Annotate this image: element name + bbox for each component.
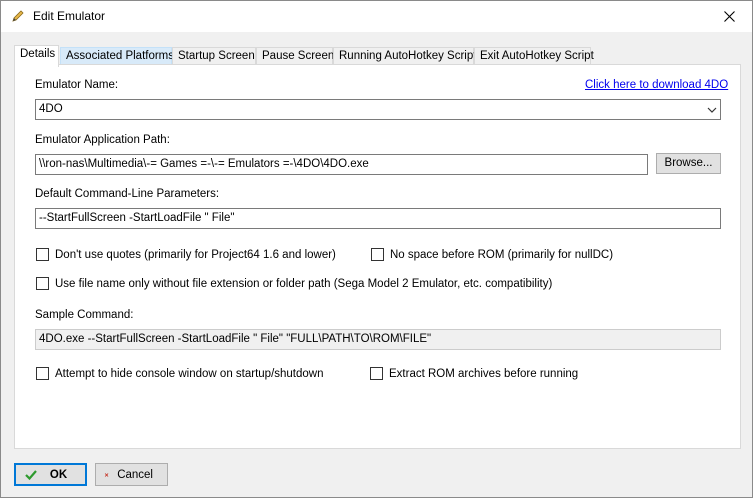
checkbox-box[interactable] — [371, 248, 384, 261]
filename-only-label: Use file name only without file extensio… — [55, 277, 553, 290]
emulator-name-label: Emulator Name: — [35, 79, 119, 91]
app-path-input[interactable]: \\ron-nas\Multimedia\-= Games =-\-= Emul… — [35, 154, 648, 175]
extract-rom-label: Extract ROM archives before running — [389, 367, 579, 380]
checkbox-box[interactable] — [36, 248, 49, 261]
params-input[interactable]: --StartFullScreen -StartLoadFile " File" — [35, 208, 721, 229]
hide-console-label: Attempt to hide console window on startu… — [55, 367, 324, 380]
extract-rom-checkbox[interactable]: Extract ROM archives before running — [370, 367, 578, 380]
x-icon — [104, 472, 109, 477]
no-space-checkbox[interactable]: No space before ROM (primarily for nullD… — [371, 248, 613, 261]
pencil-icon — [12, 10, 24, 22]
edit-emulator-dialog: Edit Emulator Details Associated Platfor… — [0, 0, 753, 498]
close-icon — [723, 11, 735, 22]
cancel-label: Cancel — [117, 468, 153, 481]
tab-details[interactable]: Details — [14, 45, 59, 67]
chevron-down-icon — [707, 107, 717, 113]
emulator-name-combo[interactable]: 4DO — [35, 99, 721, 120]
app-path-label: Emulator Application Path: — [35, 134, 170, 146]
details-panel: Emulator Name: Click here to download 4D… — [14, 64, 741, 449]
ok-button[interactable]: OK — [14, 463, 87, 486]
no-quotes-checkbox[interactable]: Don't use quotes (primarily for Project6… — [36, 248, 336, 261]
sample-command-label: Sample Command: — [35, 309, 134, 321]
window-title: Edit Emulator — [33, 9, 106, 23]
ok-label: OK — [49, 468, 68, 481]
checkbox-box[interactable] — [36, 367, 49, 380]
checkbox-box[interactable] — [370, 367, 383, 380]
browse-button[interactable]: Browse... — [656, 153, 721, 174]
download-link[interactable]: Click here to download 4DO — [585, 79, 728, 91]
params-label: Default Command-Line Parameters: — [35, 188, 220, 200]
cancel-button[interactable]: Cancel — [95, 463, 168, 486]
sample-command-field: 4DO.exe --StartFullScreen -StartLoadFile… — [35, 329, 721, 350]
title-bar: Edit Emulator — [1, 1, 752, 32]
filename-only-checkbox[interactable]: Use file name only without file extensio… — [36, 277, 552, 290]
checkmark-icon — [25, 469, 37, 480]
emulator-name-value: 4DO — [39, 103, 63, 115]
checkbox-box[interactable] — [36, 277, 49, 290]
hide-console-checkbox[interactable]: Attempt to hide console window on startu… — [36, 367, 324, 380]
close-button[interactable] — [706, 1, 752, 32]
no-quotes-label: Don't use quotes (primarily for Project6… — [55, 248, 336, 261]
no-space-label: No space before ROM (primarily for nullD… — [390, 248, 614, 261]
